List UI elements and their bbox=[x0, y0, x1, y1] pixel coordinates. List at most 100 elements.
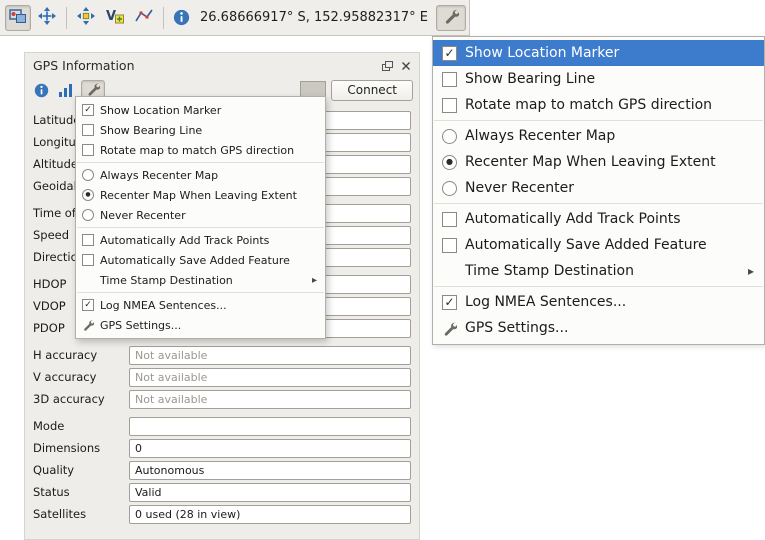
menu-item-auto-add-track-points[interactable]: Automatically Add Track Points bbox=[433, 206, 764, 232]
gps-information-panel-toggle-button[interactable] bbox=[5, 5, 31, 31]
radio-icon bbox=[442, 129, 457, 144]
recenter-extent-button[interactable] bbox=[73, 5, 99, 31]
field-row-status: Status bbox=[33, 482, 411, 502]
gps-settings-menu-button[interactable] bbox=[436, 5, 466, 31]
menu-item-show-bearing-line[interactable]: Show Bearing Line bbox=[433, 66, 764, 92]
toolbar-separator bbox=[66, 7, 67, 29]
wrench-icon bbox=[443, 8, 459, 28]
recenter-map-button[interactable] bbox=[34, 5, 60, 31]
menu-item-log-nmea-sentences[interactable]: ✓ Log NMEA Sentences... bbox=[76, 295, 325, 315]
position-info-icon[interactable] bbox=[31, 83, 51, 98]
checkbox-icon: ✓ bbox=[442, 295, 457, 310]
satellites-input[interactable] bbox=[129, 505, 411, 524]
mode-input[interactable] bbox=[129, 417, 411, 436]
dimensions-input[interactable] bbox=[129, 439, 411, 458]
toolbar-separator bbox=[163, 7, 164, 29]
menu-separator bbox=[77, 292, 324, 293]
field-label: Quality bbox=[33, 463, 129, 477]
accuracy-3d-input[interactable] bbox=[129, 390, 411, 409]
menu-item-recenter-when-leaving-extent[interactable]: ● Recenter Map When Leaving Extent bbox=[433, 149, 764, 175]
connect-button[interactable]: Connect bbox=[331, 80, 413, 101]
field-label: 3D accuracy bbox=[33, 392, 129, 406]
menu-item-auto-add-track-points[interactable]: Automatically Add Track Points bbox=[76, 230, 325, 250]
menu-item-rotate-map[interactable]: Rotate map to match GPS direction bbox=[76, 140, 325, 160]
radio-icon bbox=[442, 181, 457, 196]
recenter-arrows-icon bbox=[38, 7, 56, 29]
checkbox-icon: ✓ bbox=[82, 104, 94, 116]
menu-item-auto-save-added-feature[interactable]: Automatically Save Added Feature bbox=[76, 250, 325, 270]
field-row-quality: Quality bbox=[33, 460, 411, 480]
menu-item-show-location-marker[interactable]: ✓ Show Location Marker bbox=[433, 40, 764, 66]
svg-text:V: V bbox=[106, 9, 116, 24]
submenu-arrow-icon: ▸ bbox=[748, 264, 754, 278]
menu-item-recenter-when-leaving-extent[interactable]: ● Recenter Map When Leaving Extent bbox=[76, 185, 325, 205]
field-label: H accuracy bbox=[33, 348, 129, 362]
radio-icon bbox=[82, 209, 94, 221]
menu-item-log-nmea-sentences[interactable]: ✓ Log NMEA Sentences... bbox=[433, 289, 764, 315]
radio-icon: ● bbox=[82, 189, 94, 201]
checkbox-icon bbox=[82, 234, 94, 246]
checkbox-icon bbox=[442, 98, 457, 113]
menu-separator bbox=[77, 227, 324, 228]
add-vertex-icon: V bbox=[105, 7, 125, 29]
field-row-h-accuracy: H accuracy bbox=[33, 345, 411, 365]
menu-item-always-recenter[interactable]: Always Recenter Map bbox=[76, 165, 325, 185]
checkbox-icon bbox=[82, 124, 94, 136]
checkbox-icon bbox=[442, 212, 457, 227]
menu-separator bbox=[434, 203, 763, 204]
menu-item-never-recenter[interactable]: Never Recenter bbox=[433, 175, 764, 201]
menu-item-time-stamp-destination[interactable]: Time Stamp Destination ▸ bbox=[433, 258, 764, 284]
float-icon bbox=[382, 56, 393, 75]
submenu-arrow-icon: ▸ bbox=[312, 275, 317, 286]
checkbox-icon: ✓ bbox=[82, 299, 94, 311]
float-panel-button[interactable] bbox=[380, 58, 394, 72]
info-icon bbox=[170, 9, 192, 26]
menu-item-gps-settings[interactable]: GPS Settings... bbox=[433, 315, 764, 341]
recenter-extent-icon bbox=[77, 7, 95, 29]
track-feature-icon bbox=[134, 7, 154, 29]
status-input[interactable] bbox=[129, 483, 411, 502]
radio-icon: ● bbox=[442, 155, 457, 170]
menu-item-always-recenter[interactable]: Always Recenter Map bbox=[433, 123, 764, 149]
wrench-icon bbox=[442, 321, 457, 336]
menu-separator bbox=[77, 162, 324, 163]
close-icon bbox=[401, 56, 411, 75]
screenshot-root: V 26.68666917° S, 152. bbox=[0, 0, 765, 540]
field-label: Satellites bbox=[33, 507, 129, 521]
gps-panel-icon bbox=[8, 6, 28, 30]
checkbox-icon bbox=[82, 254, 94, 266]
h-accuracy-input[interactable] bbox=[129, 346, 411, 365]
quality-input[interactable] bbox=[129, 461, 411, 480]
signal-strength-icon[interactable] bbox=[56, 82, 76, 98]
wrench-icon bbox=[82, 319, 94, 331]
gps-toolbar: V 26.68666917° S, 152. bbox=[0, 0, 470, 36]
menu-item-gps-settings[interactable]: GPS Settings... bbox=[76, 315, 325, 335]
create-feature-from-track-button[interactable] bbox=[131, 5, 157, 31]
v-accuracy-input[interactable] bbox=[129, 368, 411, 387]
menu-separator bbox=[434, 286, 763, 287]
gps-coordinates-readout: 26.68666917° S, 152.95882317° E bbox=[195, 10, 433, 25]
checkbox-icon bbox=[82, 144, 94, 156]
field-label: V accuracy bbox=[33, 370, 129, 384]
field-label: Status bbox=[33, 485, 129, 499]
menu-item-rotate-map[interactable]: Rotate map to match GPS direction bbox=[433, 92, 764, 118]
add-track-vertex-button[interactable]: V bbox=[102, 5, 128, 31]
field-label: Mode bbox=[33, 419, 129, 433]
gps-settings-menu-large: ✓ Show Location Marker Show Bearing Line… bbox=[432, 36, 765, 345]
checkbox-icon: ✓ bbox=[442, 46, 457, 61]
menu-item-show-bearing-line[interactable]: Show Bearing Line bbox=[76, 120, 325, 140]
panel-title: GPS Information bbox=[33, 58, 135, 73]
menu-item-time-stamp-destination[interactable]: Time Stamp Destination ▸ bbox=[76, 270, 325, 290]
close-panel-button[interactable] bbox=[399, 58, 413, 72]
menu-separator bbox=[434, 120, 763, 121]
checkbox-icon bbox=[442, 72, 457, 87]
menu-item-auto-save-added-feature[interactable]: Automatically Save Added Feature bbox=[433, 232, 764, 258]
menu-item-show-location-marker[interactable]: ✓ Show Location Marker bbox=[76, 100, 325, 120]
checkbox-icon bbox=[442, 238, 457, 253]
menu-item-never-recenter[interactable]: Never Recenter bbox=[76, 205, 325, 225]
panel-header: GPS Information bbox=[25, 53, 419, 77]
gps-settings-menu-small: ✓ Show Location Marker Show Bearing Line… bbox=[75, 96, 326, 339]
field-row-dimensions: Dimensions bbox=[33, 438, 411, 458]
field-label: Dimensions bbox=[33, 441, 129, 455]
field-row-mode: Mode bbox=[33, 416, 411, 436]
